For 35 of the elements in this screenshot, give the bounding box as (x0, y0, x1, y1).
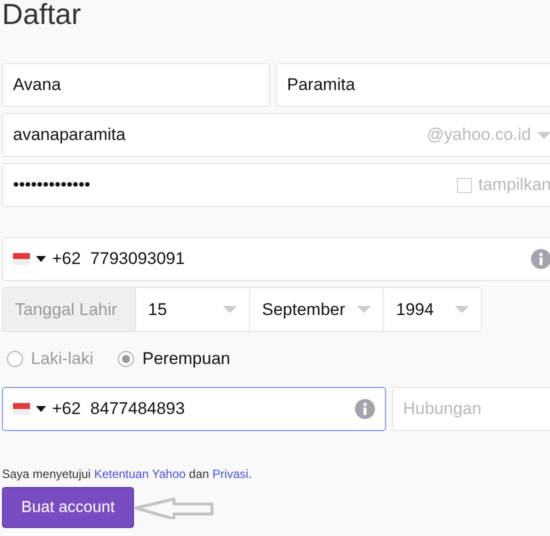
terms-text: Saya menyetujui Ketentuan Yahoo dan Privasi. (2, 467, 253, 481)
username-value: avanaparamita (13, 125, 126, 145)
caret-icon (537, 132, 550, 138)
terms-link[interactable]: Privasi (212, 467, 248, 481)
month-select[interactable]: September (249, 288, 383, 331)
year-select[interactable]: 1994 (383, 288, 481, 331)
show-checkbox[interactable] (457, 178, 472, 192)
flag-icon[interactable] (13, 403, 30, 415)
gender-label: Perempuan (142, 349, 230, 369)
caret-icon (36, 256, 46, 262)
phone-field[interactable]: +62 7793093091 (2, 237, 550, 281)
day-select[interactable]: 15 (135, 288, 249, 331)
caret-icon (223, 306, 237, 313)
birth-label: Tanggal Lahir (3, 288, 135, 331)
gender-label: Laki-laki (31, 349, 94, 369)
radio-button[interactable] (118, 351, 134, 367)
domain-suffix: @yahoo.co.id (426, 125, 531, 145)
first-name-field[interactable]: Avana (2, 63, 270, 107)
password-field[interactable]: ••••••••••••• tampilkan (2, 163, 550, 207)
password-value: ••••••••••••• (13, 175, 92, 195)
terms-link[interactable]: Ketentuan Yahoo (94, 467, 186, 481)
show-label: tampilkan (478, 175, 550, 195)
recovery-phone-field[interactable]: +62 8477484893 (2, 387, 386, 431)
last-name-field[interactable]: Paramita (276, 63, 550, 107)
page-title: Daftar (2, 0, 82, 33)
create-account-button[interactable]: Buat account (2, 487, 134, 528)
info-icon[interactable] (531, 249, 550, 269)
caret-icon (357, 306, 371, 313)
radio-button[interactable] (7, 351, 23, 367)
caret-icon (36, 406, 46, 412)
caret-icon (455, 306, 469, 313)
username-field[interactable]: avanaparamita @yahoo.co.id (2, 113, 550, 157)
info-icon[interactable] (355, 399, 375, 419)
flag-icon[interactable] (13, 253, 30, 265)
arrow-icon (134, 496, 216, 518)
